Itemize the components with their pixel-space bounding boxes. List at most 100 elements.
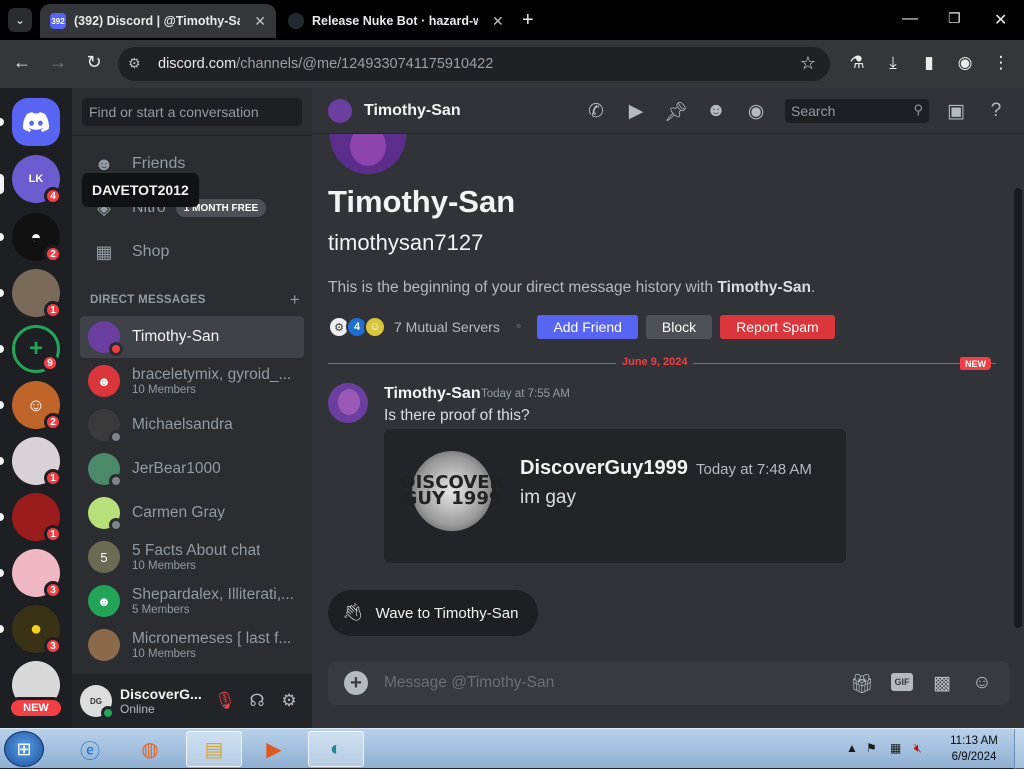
message-screenshot-embed[interactable]: DISCOVER GUY 1999 DiscoverGuy1999 Today …	[384, 429, 846, 563]
create-dm-plus-icon[interactable]: +	[290, 290, 300, 310]
new-tab-button[interactable]: +	[522, 10, 534, 30]
github-favicon-icon	[288, 13, 304, 29]
dm-item[interactable]: Micronemeses [ last f... 10 Members	[80, 624, 304, 666]
avatar	[88, 497, 123, 532]
dm-item[interactable]: ☻ Shepardalex, Illiterati,... 5 Members	[80, 580, 304, 622]
network-icon[interactable]: ▦	[890, 741, 901, 755]
headphones-icon[interactable]: ☊	[246, 691, 268, 711]
message-avatar[interactable]	[328, 383, 368, 423]
site-info-icon[interactable]: ⚙	[128, 55, 141, 72]
firefox-icon[interactable]: ◍	[122, 731, 178, 767]
add-friend-button[interactable]: Add Friend	[537, 315, 638, 339]
scrollbar[interactable]	[1014, 188, 1022, 628]
shop-nav[interactable]: ▦ Shop	[80, 231, 304, 273]
gift-icon[interactable]: 🎁︎	[850, 672, 874, 696]
dm-item[interactable]: JerBear1000	[80, 448, 304, 490]
help-icon[interactable]: ?	[984, 100, 1008, 122]
message-composer[interactable]: + Message @Timothy-San 🎁︎ GIF ▩ ☺	[328, 661, 1010, 705]
restore-button[interactable]: ❐	[948, 10, 961, 27]
wave-button[interactable]: 👋︎ Wave to Timothy-San	[328, 590, 539, 636]
minimize-button[interactable]: —	[902, 10, 918, 28]
gif-icon[interactable]: GIF	[891, 673, 913, 691]
message-content: Is there proof of this?	[384, 407, 530, 424]
upload-plus-icon[interactable]: +	[344, 671, 368, 695]
server-icon[interactable]: ◓ 2	[12, 213, 62, 263]
tab-search-button[interactable]: ⌄	[8, 8, 32, 32]
server-icon[interactable]: 1	[12, 493, 62, 543]
block-button[interactable]: Block	[645, 315, 713, 339]
new-unreads-pill[interactable]: NEW	[8, 697, 64, 719]
add-friends-to-dm-icon[interactable]: ☻	[704, 100, 728, 122]
mutual-servers-label[interactable]: 7 Mutual Servers	[394, 319, 500, 335]
system-clock[interactable]: 11:13 AM 6/9/2024	[946, 733, 1002, 765]
sticker-icon[interactable]: ▩	[930, 672, 954, 695]
address-bar[interactable]: ⚙ discord.com/channels/@me/1249330741175…	[118, 47, 830, 81]
labs-flask-icon[interactable]: ⚗	[846, 53, 868, 73]
dm-members: 10 Members	[132, 384, 196, 396]
back-button[interactable]: ←	[10, 52, 34, 73]
dm-name: Timothy-San	[132, 328, 220, 345]
user-profile-icon[interactable]: ◉	[744, 100, 768, 123]
unread-pill	[0, 513, 4, 521]
unread-pill	[0, 174, 4, 194]
video-call-icon[interactable]: ▶	[624, 100, 648, 123]
inbox-icon[interactable]: ▣	[944, 100, 968, 123]
side-panel-icon[interactable]: ▮	[918, 53, 940, 73]
download-icon[interactable]: ⤓	[882, 53, 904, 73]
file-explorer-icon[interactable]: ▤	[186, 731, 242, 767]
bookmark-star-icon[interactable]: ☆	[800, 53, 816, 74]
dm-item[interactable]: Michaelsandra	[80, 404, 304, 446]
dm-item[interactable]: Timothy-San	[80, 316, 304, 358]
mention-badge: 4	[44, 187, 62, 205]
add-server-icon[interactable]: +9	[12, 325, 60, 373]
tab-github[interactable]: Release Nuke Bot · hazard-wb ✕	[278, 4, 514, 38]
pinned-messages-icon[interactable]: 📌︎	[664, 100, 688, 124]
show-desktop-button[interactable]	[1014, 729, 1024, 769]
chat-search-input[interactable]: Search ⚲	[785, 99, 929, 123]
reload-button[interactable]: ↻	[82, 52, 106, 73]
mute-mic-icon[interactable]: 🎙︎	[214, 691, 236, 711]
profile-icon[interactable]: ◉	[954, 53, 976, 73]
volume-muted-icon[interactable]: 🔇︎	[914, 741, 922, 756]
server-icon[interactable]: 1	[12, 269, 62, 319]
internet-explorer-icon[interactable]: ⓔ	[62, 731, 118, 767]
message-author[interactable]: Timothy-San	[384, 385, 481, 403]
browser-menu-icon[interactable]: ⋮	[990, 53, 1012, 73]
status-dnd-icon	[109, 342, 123, 356]
dm-item[interactable]: Carmen Gray	[80, 492, 304, 534]
start-button[interactable]: ⊞	[4, 731, 44, 767]
group-dm-icon: ☻	[88, 365, 120, 397]
server-icon[interactable]: 3	[12, 549, 62, 599]
mention-badge: 9	[41, 354, 59, 372]
server-icon[interactable]: ☺ 2	[12, 381, 62, 431]
intro-description: This is the beginning of your direct mes…	[328, 279, 816, 296]
mutual-servers-row: ⚙ 4 ☺ 7 Mutual Servers • Add Friend Bloc…	[328, 314, 843, 340]
tab-title: Release Nuke Bot · hazard-wb	[312, 14, 478, 28]
user-name: DiscoverG...	[120, 686, 202, 702]
server-icon[interactable]: ● 3	[12, 605, 62, 655]
close-window-button[interactable]: ✕	[994, 10, 1007, 30]
action-center-flag-icon[interactable]: ⚑	[866, 741, 877, 755]
server-icon[interactable]: LK 4	[12, 155, 62, 205]
group-avatar: 5	[88, 541, 120, 573]
dm-item[interactable]: 5 5 Facts About chat 10 Members	[80, 536, 304, 578]
tab-close-icon[interactable]: ✕	[492, 13, 504, 30]
dm-item[interactable]: ☻ braceletymix, gyroid_... 10 Members	[80, 360, 304, 402]
browser-taskbar-icon[interactable]: ◐	[308, 731, 364, 767]
embed-avatar: DISCOVER GUY 1999	[401, 451, 503, 531]
dm-search-input[interactable]: Find or start a conversation	[82, 98, 302, 126]
discord-home-icon[interactable]	[12, 98, 60, 146]
emoji-icon[interactable]: ☺	[970, 672, 994, 694]
voice-call-icon[interactable]: ✆	[584, 100, 608, 123]
tab-discord[interactable]: 392 (392) Discord | @Timothy-San ✕	[40, 4, 276, 38]
dm-name: Shepardalex, Illiterati,...	[132, 586, 294, 603]
tray-expand-icon[interactable]: ▲	[846, 741, 858, 755]
forward-button[interactable]: →	[46, 52, 70, 73]
server-icon[interactable]: 1	[12, 437, 62, 487]
tab-close-icon[interactable]: ✕	[254, 13, 266, 30]
clock-date: 6/9/2024	[951, 751, 997, 763]
media-player-icon[interactable]: ▶	[246, 731, 302, 767]
settings-gear-icon[interactable]: ⚙	[278, 691, 300, 711]
report-spam-button[interactable]: Report Spam	[720, 315, 835, 339]
user-avatar[interactable]: DG	[80, 685, 115, 720]
